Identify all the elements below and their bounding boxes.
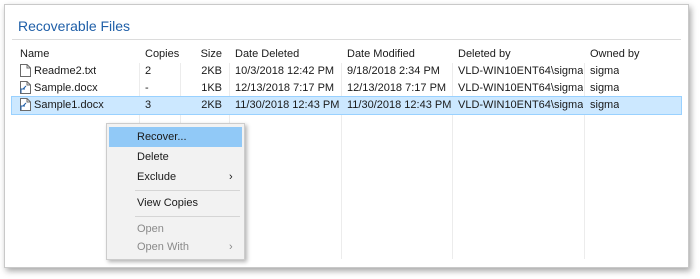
copies-cell: - <box>145 82 149 94</box>
menu-item-open-with: Open With › <box>109 237 242 257</box>
text-file-icon <box>20 64 31 77</box>
column-header-size[interactable]: Size <box>184 46 222 63</box>
file-name: Sample1.docx <box>34 99 104 111</box>
date-modified-cell: 9/18/2018 2:34 PM <box>347 65 440 77</box>
menu-item-open: Open <box>109 219 242 239</box>
column-header-date-deleted[interactable]: Date Deleted <box>235 46 299 63</box>
copies-cell: 3 <box>145 99 152 111</box>
size-cell: 1KB <box>201 82 222 94</box>
shortcut-file-icon <box>20 81 31 94</box>
menu-item-label: Open <box>137 223 164 235</box>
date-deleted-cell: 11/30/2018 12:43 PM <box>235 99 340 111</box>
recoverable-files-panel: Recoverable Files Name Copies Size Date … <box>4 4 689 268</box>
table-row[interactable]: Readme2.txt 2 2KB 10/3/2018 12:42 PM 9/1… <box>12 63 681 80</box>
date-modified-cell: 12/13/2018 7:17 PM <box>347 82 447 94</box>
file-name: Sample.docx <box>34 82 98 94</box>
title-divider <box>12 39 681 40</box>
menu-item-exclude[interactable]: Exclude › <box>109 167 242 187</box>
column-header-date-modified[interactable]: Date Modified <box>347 46 415 63</box>
panel-title: Recoverable Files <box>18 18 131 34</box>
menu-item-label: Recover... <box>137 131 187 143</box>
menu-item-label: Open With <box>137 241 189 253</box>
chevron-right-icon: › <box>229 171 233 183</box>
size-cell: 2KB <box>201 65 222 77</box>
table-row[interactable]: Sample.docx - 1KB 12/13/2018 7:17 PM 12/… <box>12 80 681 97</box>
chevron-right-icon: › <box>229 241 233 253</box>
shortcut-file-icon <box>20 98 31 111</box>
table-row-selected[interactable]: Sample1.docx 3 2KB 11/30/2018 12:43 PM 1… <box>11 96 682 115</box>
owned-by-cell: sigma <box>590 99 620 111</box>
table-header: Name Copies Size Date Deleted Date Modif… <box>12 46 681 63</box>
owned-by-cell: sigma <box>590 82 620 94</box>
owned-by-cell: sigma <box>590 65 620 77</box>
column-header-copies[interactable]: Copies <box>145 46 179 63</box>
column-header-deleted-by[interactable]: Deleted by <box>458 46 511 63</box>
copies-cell: 2 <box>145 65 152 77</box>
file-name-cell: Readme2.txt <box>20 63 96 80</box>
menu-item-view-copies[interactable]: View Copies <box>109 193 242 213</box>
menu-item-label: View Copies <box>137 197 198 209</box>
file-name-cell: Sample.docx <box>20 80 98 97</box>
menu-separator <box>135 190 240 191</box>
menu-item-label: Delete <box>137 151 169 163</box>
file-name-cell: Sample1.docx <box>20 97 104 114</box>
date-deleted-cell: 12/13/2018 7:17 PM <box>235 82 335 94</box>
menu-separator <box>135 216 240 217</box>
menu-item-delete[interactable]: Delete <box>109 147 242 167</box>
deleted-by-cell: VLD-WIN10ENT64\sigma <box>458 65 584 77</box>
size-cell: 2KB <box>201 99 222 111</box>
menu-item-recover[interactable]: Recover... <box>109 127 242 147</box>
deleted-by-cell: VLD-WIN10ENT64\sigma <box>458 99 584 111</box>
column-header-name[interactable]: Name <box>20 46 49 63</box>
file-name: Readme2.txt <box>34 65 97 77</box>
date-modified-cell: 11/30/2018 12:43 PM <box>347 99 452 111</box>
date-deleted-cell: 10/3/2018 12:42 PM <box>235 65 335 77</box>
context-menu: Recover... Delete Exclude › View Copies … <box>106 123 245 260</box>
menu-item-label: Exclude <box>137 171 177 183</box>
deleted-by-cell: VLD-WIN10ENT64\sigma <box>458 82 584 94</box>
column-header-owned-by[interactable]: Owned by <box>590 46 640 63</box>
